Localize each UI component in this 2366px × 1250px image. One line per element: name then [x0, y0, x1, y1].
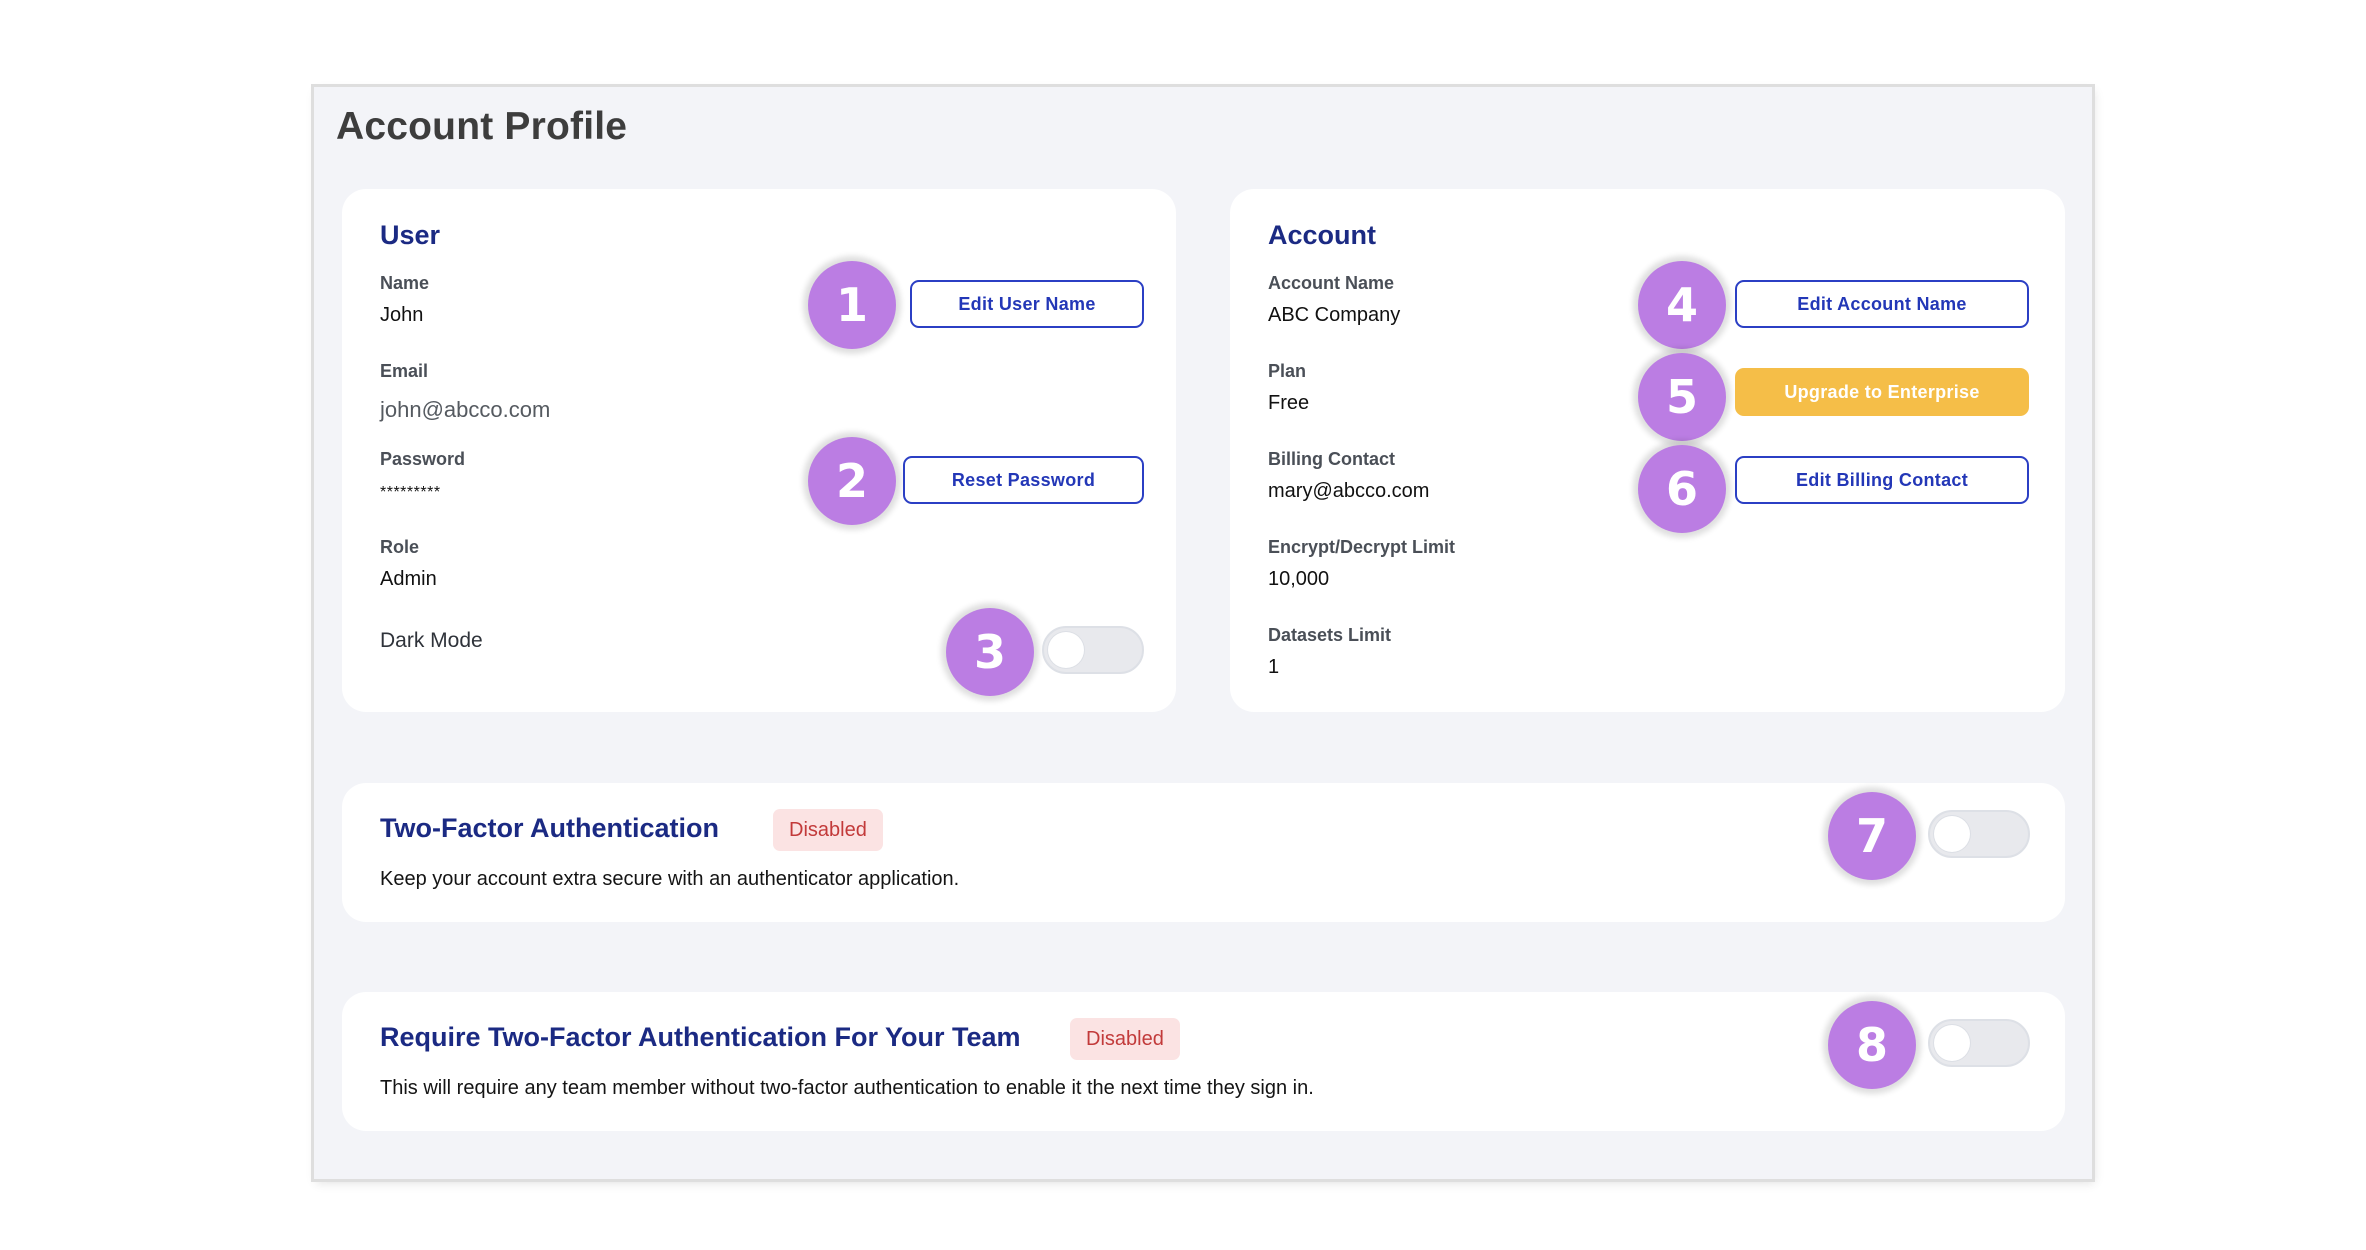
- team-two-factor-description: This will require any team member withou…: [380, 1077, 1314, 1099]
- datasets-limit-value: 1: [1268, 656, 1280, 678]
- account-section-heading: Account: [1268, 220, 1376, 250]
- toggle-knob: [1048, 632, 1084, 668]
- toggle-knob: [1934, 816, 1970, 852]
- step-badge-2: 2: [808, 437, 896, 525]
- edit-user-name-button[interactable]: Edit User Name: [910, 280, 1144, 328]
- edit-billing-contact-button[interactable]: Edit Billing Contact: [1735, 456, 2029, 504]
- two-factor-status-badge: Disabled: [773, 809, 883, 851]
- dark-mode-label: Dark Mode: [380, 629, 483, 652]
- two-factor-toggle[interactable]: [1928, 810, 2030, 858]
- step-badge-5: 5: [1638, 353, 1726, 441]
- step-badge-6: 6: [1638, 445, 1726, 533]
- billing-contact-value: mary@abcco.com: [1268, 480, 1430, 502]
- datasets-limit-label: Datasets Limit: [1268, 625, 1392, 645]
- step-badge-7: 7: [1828, 792, 1916, 880]
- toggle-knob: [1934, 1025, 1970, 1061]
- page-title: Account Profile: [336, 105, 628, 148]
- email-label: Email: [380, 361, 429, 381]
- team-two-factor-status-badge: Disabled: [1070, 1018, 1180, 1060]
- account-name-label: Account Name: [1268, 273, 1395, 293]
- user-card: User Name John Email john@abcco.com Pass…: [342, 189, 1176, 712]
- account-card: Account Account Name ABC Company Plan Fr…: [1230, 189, 2065, 712]
- edit-account-name-button[interactable]: Edit Account Name: [1735, 280, 2029, 328]
- account-profile-page: Account Profile User Name John Email joh…: [314, 87, 2092, 1179]
- plan-value: Free: [1268, 392, 1310, 414]
- team-two-factor-title: Require Two-Factor Authentication For Yo…: [380, 1022, 1021, 1052]
- step-badge-1: 1: [808, 261, 896, 349]
- role-value: Admin: [380, 568, 437, 590]
- step-badge-3: 3: [946, 608, 1034, 696]
- two-factor-card: Two-Factor Authentication Disabled Keep …: [342, 783, 2065, 922]
- name-label: Name: [380, 273, 430, 293]
- step-badge-8: 8: [1828, 1001, 1916, 1089]
- encrypt-decrypt-limit-value: 10,000: [1268, 568, 1330, 590]
- encrypt-decrypt-limit-label: Encrypt/Decrypt Limit: [1268, 537, 1456, 557]
- password-label: Password: [380, 449, 466, 469]
- email-value: john@abcco.com: [380, 397, 551, 422]
- team-two-factor-card: Require Two-Factor Authentication For Yo…: [342, 992, 2065, 1131]
- step-badge-4: 4: [1638, 261, 1726, 349]
- two-factor-description: Keep your account extra secure with an a…: [380, 868, 960, 890]
- upgrade-to-enterprise-button[interactable]: Upgrade to Enterprise: [1735, 368, 2029, 416]
- two-factor-title: Two-Factor Authentication: [380, 813, 719, 843]
- billing-contact-label: Billing Contact: [1268, 449, 1395, 469]
- name-value: John: [380, 304, 424, 326]
- dark-mode-toggle[interactable]: [1042, 626, 1144, 674]
- reset-password-button[interactable]: Reset Password: [903, 456, 1144, 504]
- account-name-value: ABC Company: [1268, 304, 1401, 326]
- plan-label: Plan: [1268, 361, 1307, 381]
- team-two-factor-toggle[interactable]: [1928, 1019, 2030, 1067]
- password-value: *********: [380, 484, 441, 501]
- user-section-heading: User: [380, 220, 441, 250]
- role-label: Role: [380, 537, 420, 557]
